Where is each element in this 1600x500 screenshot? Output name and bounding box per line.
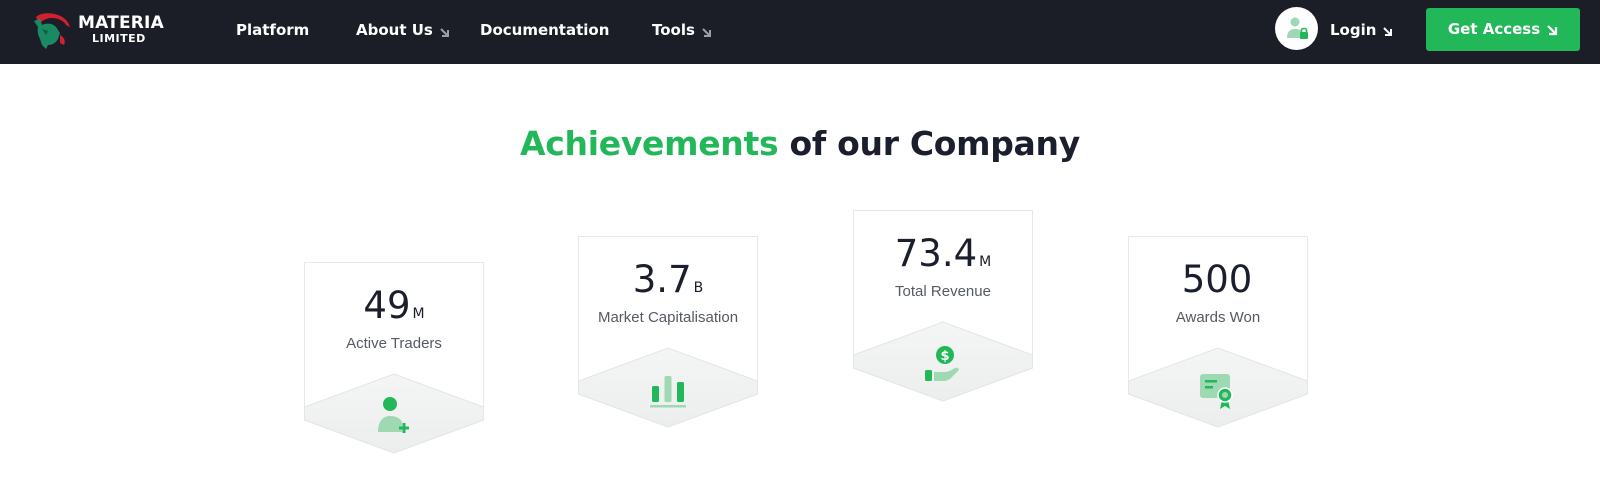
login-label: Login — [1330, 21, 1377, 39]
user-lock-button[interactable] — [1275, 7, 1318, 50]
title-rest: of our Company — [789, 124, 1081, 163]
stat-card-active-traders: 49 M Active Traders — [304, 262, 484, 454]
get-access-button[interactable]: Get Access — [1426, 8, 1580, 51]
user-lock-icon — [1287, 17, 1308, 39]
certificate-icon — [1200, 374, 1233, 409]
stat-card-market-cap: 3.7 B Market Capitalisation — [578, 236, 758, 428]
login-link[interactable]: Login — [1330, 20, 1393, 42]
bull-logo-icon — [34, 13, 70, 49]
stat-label: Awards Won — [1175, 309, 1261, 326]
stat-card-awards-won: 500 Awards Won — [1128, 236, 1308, 428]
nav-item-tools[interactable]: Tools — [652, 20, 712, 43]
section-title: Achievements of our Company — [0, 122, 1600, 166]
brand-logo[interactable]: MATERIA LIMITED — [30, 9, 165, 55]
nav-item-documentation[interactable]: Documentation — [480, 20, 609, 40]
top-navbar: MATERIA LIMITED Platform About Us Docume… — [0, 0, 1600, 64]
stat-value: 73.4 M — [894, 232, 992, 275]
nav-label: Tools — [652, 21, 695, 39]
nav-item-about-us[interactable]: About Us — [356, 20, 450, 43]
arrow-down-right-icon — [701, 23, 712, 43]
title-accent: Achievements — [520, 124, 779, 163]
stat-unit: B — [693, 280, 704, 296]
stat-value: 3.7 B — [632, 258, 704, 301]
add-user-icon — [378, 397, 409, 433]
stat-card-total-revenue: 73.4 M Total Revenue $ — [853, 210, 1033, 402]
arrow-down-right-icon — [439, 23, 450, 43]
stat-label: Market Capitalisation — [597, 309, 739, 326]
arrow-down-right-icon — [1382, 22, 1393, 42]
get-access-label: Get Access — [1447, 20, 1541, 38]
hand-dollar-icon: $ — [925, 346, 959, 381]
bar-chart-icon — [650, 376, 686, 408]
stat-value: 500 — [1181, 258, 1253, 301]
brand-subtitle: LIMITED — [92, 32, 146, 45]
brand-name: MATERIA — [78, 13, 164, 33]
stat-label: Active Traders — [346, 335, 442, 352]
nav-label: Documentation — [480, 21, 610, 39]
stat-label: Total Revenue — [895, 283, 991, 300]
svg-text:$: $ — [940, 349, 949, 364]
arrow-down-right-icon — [1546, 10, 1558, 53]
nav-label: Platform — [236, 21, 310, 39]
nav-label: About Us — [356, 21, 433, 39]
stat-unit: M — [412, 306, 425, 322]
stat-unit: M — [979, 254, 992, 270]
nav-item-platform[interactable]: Platform — [236, 20, 309, 40]
stat-value: 49 M — [363, 284, 425, 327]
